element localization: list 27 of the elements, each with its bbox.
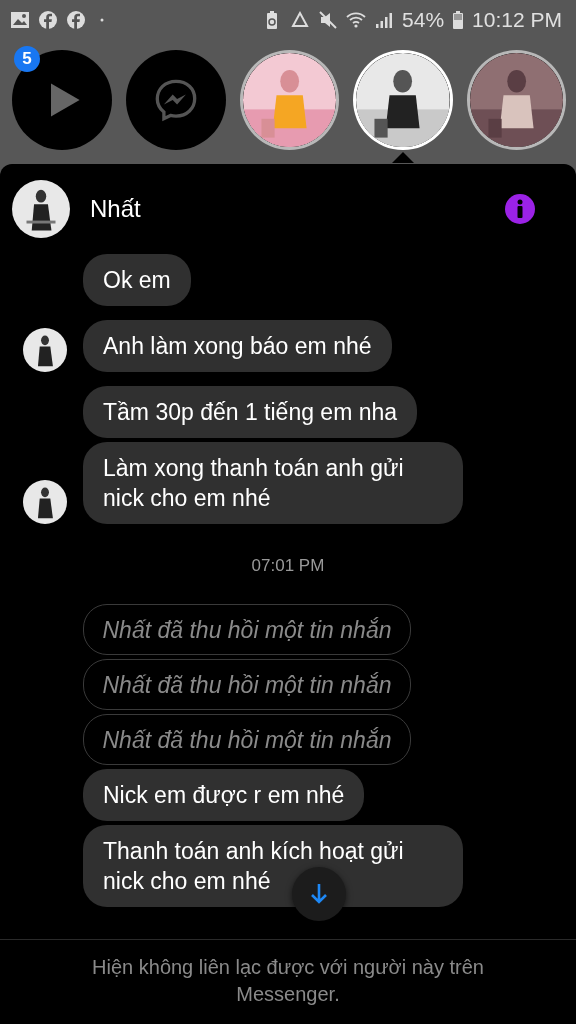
- message-bubble: Tầm 30p đến 1 tiếng em nha: [83, 386, 418, 438]
- down-arrow-icon: [309, 882, 329, 906]
- battery-icon: [452, 10, 465, 30]
- contact-name: Nhất: [90, 195, 142, 223]
- info-icon[interactable]: [504, 193, 536, 225]
- dot-icon: [100, 18, 104, 22]
- unsent-message: Nhất đã thu hồi một tin nhắn: [83, 714, 411, 765]
- message-bubble: Làm xong thanh toán anh gửi nick cho em nhé: [83, 442, 463, 524]
- message-bubble: Anh làm xong báo em nhé: [83, 320, 392, 372]
- messenger-icon: [154, 78, 198, 122]
- facebook-icon: [66, 10, 86, 30]
- unread-badge: 5: [14, 46, 40, 72]
- message-bubble: Ok em: [83, 254, 191, 306]
- message-bubble: Nick em được r em nhé: [83, 769, 365, 821]
- unsent-message: Nhất đã thu hồi một tin nhắn: [83, 659, 411, 710]
- gallery-icon: [10, 10, 30, 30]
- battery-percent: 54%: [402, 8, 445, 32]
- signal-icon: [374, 10, 395, 30]
- clock: 10:12 PM: [472, 8, 562, 32]
- recycle-icon: [290, 10, 311, 30]
- message-bubble: Thanh toán anh kích hoạt gửi nick cho em nhé: [83, 825, 463, 907]
- facebook-icon: [38, 10, 58, 30]
- unavailable-notice: Hiện không liên lạc được với người này trên Messenger.: [91, 955, 485, 1007]
- timestamp: 07:01 PM: [250, 555, 326, 577]
- wifi-icon: [346, 10, 367, 30]
- mute-icon: [318, 10, 339, 30]
- unsent-message: Nhất đã thu hồi một tin nhắn: [83, 604, 411, 655]
